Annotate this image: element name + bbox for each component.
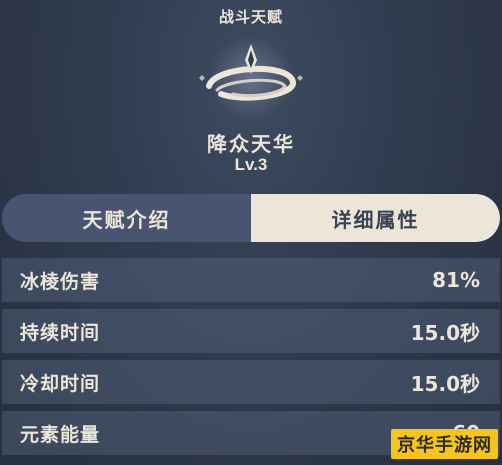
tab-detailed-attributes[interactable]: 详细属性 xyxy=(251,194,500,242)
stat-label: 元素能量 xyxy=(20,423,101,446)
stat-value: 15.0秒 xyxy=(410,371,480,396)
tab-talent-intro[interactable]: 天赋介绍 xyxy=(2,194,251,242)
stat-value: 15.0秒 xyxy=(410,320,480,345)
stat-value: 81% xyxy=(432,268,480,292)
stat-label: 冷却时间 xyxy=(20,372,101,395)
skill-emblem-icon xyxy=(199,36,303,120)
section-title: 战斗天赋 xyxy=(218,8,283,26)
watermark-badge: 京华手游网 xyxy=(391,429,498,459)
stat-label: 持续时间 xyxy=(20,321,101,344)
tab-bar: 天赋介绍 详细属性 xyxy=(2,194,500,242)
skill-name: 降众天华 xyxy=(207,132,295,156)
skill-level: Lv.3 xyxy=(234,155,268,174)
stat-row-cooldown: 冷却时间 15.0秒 xyxy=(2,360,500,404)
stat-label: 冰棱伤害 xyxy=(20,270,101,293)
stat-row-ice-damage: 冰棱伤害 81% xyxy=(2,258,500,302)
stat-row-duration: 持续时间 15.0秒 xyxy=(2,309,500,353)
